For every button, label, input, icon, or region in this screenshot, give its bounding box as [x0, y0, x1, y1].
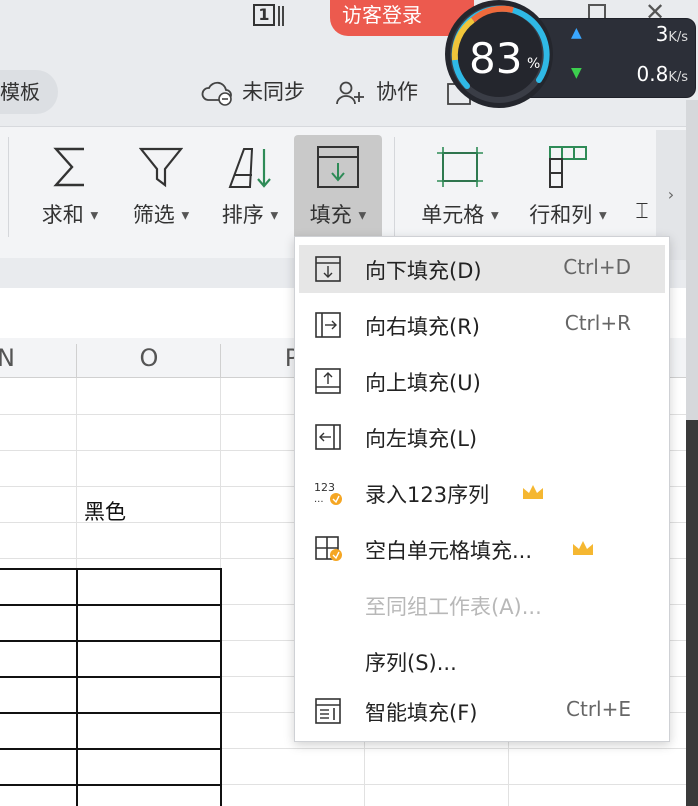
menu-item-fill-up[interactable]: 向上填充(U) [299, 357, 665, 405]
cpu-usage-unit: % [527, 56, 541, 72]
menu-item-fill-down[interactable]: 向下填充(D) Ctrl+D [299, 245, 665, 293]
collaborate-label: 协作 [376, 80, 418, 104]
chevron-down-icon: ▼ [358, 210, 367, 222]
sort-button[interactable]: 排序 ▼ [208, 127, 292, 247]
page-number-icon[interactable]: 1 [253, 4, 284, 28]
menu-item-label: 至同组工作表(A)... [365, 595, 542, 619]
network-monitor-widget[interactable]: 83 % ▲ 3K/s ▼ 0.8K/s [443, 0, 698, 108]
collaborate-button[interactable]: 协作 [336, 74, 436, 110]
menu-item-label: 向上填充(U) [365, 371, 481, 395]
svg-text:123: 123 [314, 481, 335, 494]
menu-item-blank-cell-fill[interactable]: 空白单元格填充... [299, 525, 665, 573]
upload-speed-row: ▲ 3K/s [571, 22, 696, 52]
sum-button[interactable]: 求和 ▼ [30, 127, 110, 247]
filter-label: 筛选 [132, 203, 175, 227]
menu-item-label: 空白单元格填充... [365, 539, 533, 563]
row-column-icon [549, 146, 587, 188]
templates-tab[interactable]: 模板 [0, 70, 58, 114]
fill-down-icon [315, 256, 341, 282]
upload-speed: 3 [655, 22, 669, 46]
row-col-button[interactable]: 行和列 ▼ [518, 127, 618, 247]
fill-up-icon [315, 368, 341, 394]
chevron-down-icon: ▼ [90, 210, 99, 222]
menu-item-label: 序列(S)... [365, 651, 457, 675]
filter-button[interactable]: 筛选 ▼ [118, 127, 204, 247]
menu-item-label: 智能填充(F) [365, 701, 478, 725]
menu-item-shortcut: Ctrl+R [564, 311, 631, 335]
column-label-n[interactable]: N [0, 338, 20, 378]
fill-left-icon [315, 424, 341, 450]
cpu-usage-value: 83 [469, 34, 523, 83]
number-series-icon: 123 ... [314, 481, 342, 505]
chevron-down-icon: ▼ [598, 210, 607, 222]
cloud-sync-icon [201, 81, 232, 106]
chevron-down-icon: ▼ [270, 210, 279, 222]
download-unit: K/s [668, 70, 688, 85]
cell-button[interactable]: 单元格 ▼ [410, 127, 510, 247]
menu-item-fill-right[interactable]: 向右填充(R) Ctrl+R [299, 301, 665, 349]
menu-item-label: 向右填充(R) [365, 315, 480, 339]
sort-icon [228, 148, 271, 188]
menu-item-label: 向下填充(D) [365, 259, 482, 283]
sort-label: 排序 [221, 203, 264, 227]
cell-value[interactable]: 黑色 [84, 496, 126, 526]
crown-icon [573, 541, 593, 555]
upload-arrow-icon: ▲ [571, 25, 582, 41]
filter-icon [139, 147, 183, 188]
fill-down-icon [317, 146, 359, 188]
fill-right-icon [315, 312, 341, 338]
row-col-label: 行和列 [529, 203, 593, 227]
menu-item-enter-123-series[interactable]: 123 ... 录入123序列 [299, 469, 665, 517]
cell-icon [437, 147, 483, 187]
download-speed-row: ▼ 0.8K/s [571, 62, 696, 92]
menu-item-series[interactable]: 序列(S)... [299, 637, 665, 685]
download-speed: 0.8 [636, 62, 669, 86]
chevron-down-icon: ▼ [181, 210, 190, 222]
right-panel-strip [686, 100, 698, 806]
crown-icon [523, 485, 543, 499]
sync-status-label: 未同步 [242, 80, 305, 104]
download-arrow-icon: ▼ [571, 65, 582, 81]
smart-fill-icon [315, 698, 341, 724]
svg-text:...: ... [314, 494, 324, 505]
sync-status[interactable]: 未同步 [200, 74, 320, 110]
sigma-icon [53, 147, 84, 187]
menu-item-label: 录入123序列 [365, 483, 490, 507]
sum-label: 求和 [41, 203, 84, 227]
column-label-o[interactable]: O [78, 338, 220, 378]
fill-dropdown-menu: 向下填充(D) Ctrl+D 向右填充(R) Ctrl+R 向上填充(U) 向左… [294, 236, 670, 742]
worksheet-button-partial[interactable]: ⌶ [630, 127, 654, 247]
add-user-icon [336, 81, 364, 105]
menu-item-to-group-sheets: 至同组工作表(A)... [299, 581, 665, 629]
blank-cell-fill-icon [315, 536, 342, 561]
chevron-down-icon: ▼ [490, 210, 499, 222]
cell-label: 单元格 [421, 203, 485, 227]
menu-item-shortcut: Ctrl+D [563, 255, 631, 279]
menu-item-label: 向左填充(L) [365, 427, 478, 451]
menu-item-fill-left[interactable]: 向左填充(L) [299, 413, 665, 461]
upload-unit: K/s [668, 30, 688, 45]
fill-label: 填充 [309, 203, 352, 227]
menu-item-shortcut: Ctrl+E [566, 697, 631, 721]
page-number: 1 [253, 4, 275, 26]
menu-item-smart-fill[interactable]: 智能填充(F) Ctrl+E [299, 687, 665, 735]
